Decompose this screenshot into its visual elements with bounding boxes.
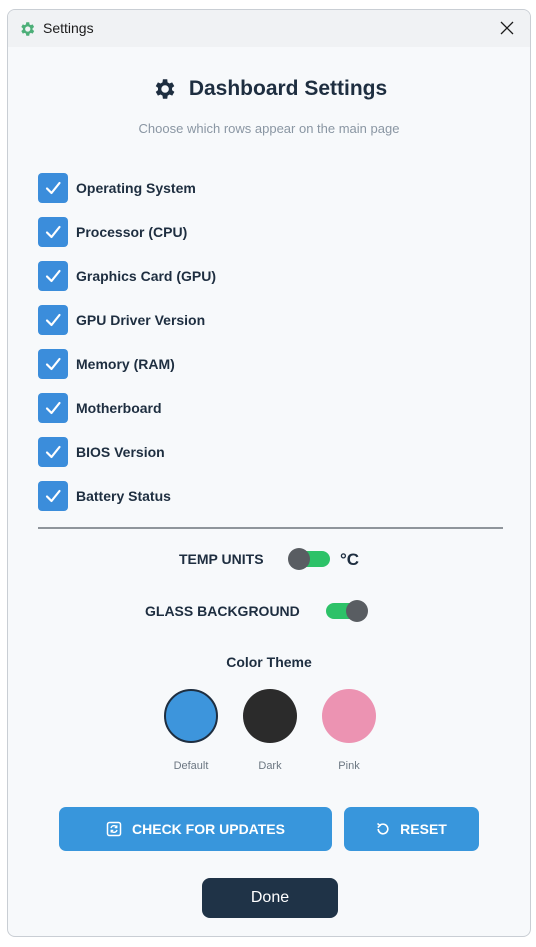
checkmark-icon (45, 445, 61, 459)
glass-background-label: GLASS BACKGROUND (145, 603, 300, 619)
reset-icon (377, 822, 389, 835)
close-button[interactable] (484, 10, 530, 47)
row-toggle-motherboard[interactable]: Motherboard (38, 386, 216, 430)
checkmark-icon (45, 269, 61, 283)
row-toggle-gpu-driver[interactable]: GPU Driver Version (38, 298, 216, 342)
theme-swatch-dark[interactable] (243, 689, 297, 743)
checkmark-icon (45, 313, 61, 327)
temp-unit-value: °C (340, 550, 360, 569)
gear-icon (21, 22, 35, 36)
row-toggle-memory[interactable]: Memory (RAM) (38, 342, 216, 386)
row-toggle-battery[interactable]: Battery Status (38, 474, 216, 518)
theme-swatch-pink[interactable] (322, 689, 376, 743)
checkbox[interactable] (38, 437, 68, 467)
update-icon (106, 821, 122, 837)
theme-label-dark: Dark (258, 760, 282, 772)
window-title: Settings (43, 20, 94, 36)
reset-label: RESET (400, 821, 447, 837)
temp-units-toggle[interactable] (288, 548, 330, 570)
reset-button[interactable]: RESET (344, 807, 479, 851)
settings-window: Settings Dashboard Settings Choose which… (7, 9, 531, 937)
page-title: Dashboard Settings (188, 77, 388, 100)
checkbox[interactable] (38, 217, 68, 247)
checkmark-icon (45, 357, 61, 371)
checkbox[interactable] (38, 305, 68, 335)
checkmark-icon (45, 181, 61, 195)
checkmark-icon (45, 401, 61, 415)
title-bar: Settings (8, 10, 530, 47)
toggle-knob (288, 548, 310, 570)
done-button[interactable]: Done (202, 878, 338, 918)
checkbox-label: Graphics Card (GPU) (76, 268, 217, 284)
temp-units-setting: TEMP UNITS °C (8, 545, 530, 573)
checkmark-icon (45, 489, 61, 503)
row-toggle-bios[interactable]: BIOS Version (38, 430, 216, 474)
checkbox-label: Memory (RAM) (76, 356, 175, 372)
theme-swatch-default[interactable] (164, 689, 218, 743)
checkbox-label: Processor (CPU) (76, 224, 188, 240)
check-for-updates-button[interactable]: CHECK FOR UPDATES (59, 807, 332, 851)
toggle-knob (346, 600, 368, 622)
row-toggle-operating-system[interactable]: Operating System (38, 166, 216, 210)
checkbox-label: Battery Status (76, 488, 171, 504)
checkbox-label: GPU Driver Version (76, 312, 206, 328)
glass-background-toggle[interactable] (326, 600, 368, 622)
row-toggle-graphics-card[interactable]: Graphics Card (GPU) (38, 254, 216, 298)
checkbox[interactable] (38, 261, 68, 291)
checkmark-icon (45, 225, 61, 239)
close-icon (500, 21, 514, 35)
row-visibility-list: Operating System Processor (CPU) Graphic… (38, 166, 216, 518)
checkbox[interactable] (38, 173, 68, 203)
checkbox[interactable] (38, 393, 68, 423)
checkbox[interactable] (38, 349, 68, 379)
color-theme-title: Color Theme (226, 654, 312, 670)
theme-label-default: Default (173, 760, 209, 772)
checkbox[interactable] (38, 481, 68, 511)
check-for-updates-label: CHECK FOR UPDATES (132, 821, 285, 837)
gear-icon (155, 79, 175, 99)
checkbox-label: BIOS Version (76, 444, 165, 460)
header: Dashboard Settings (8, 76, 530, 107)
temp-units-label: TEMP UNITS (179, 551, 264, 567)
divider (38, 527, 503, 529)
glass-background-setting: GLASS BACKGROUND (8, 597, 530, 625)
theme-label-pink: Pink (338, 760, 360, 772)
checkbox-label: Motherboard (76, 400, 162, 416)
checkbox-label: Operating System (76, 180, 196, 196)
page-subtitle: Choose which rows appear on the main pag… (138, 121, 400, 136)
row-toggle-processor[interactable]: Processor (CPU) (38, 210, 216, 254)
